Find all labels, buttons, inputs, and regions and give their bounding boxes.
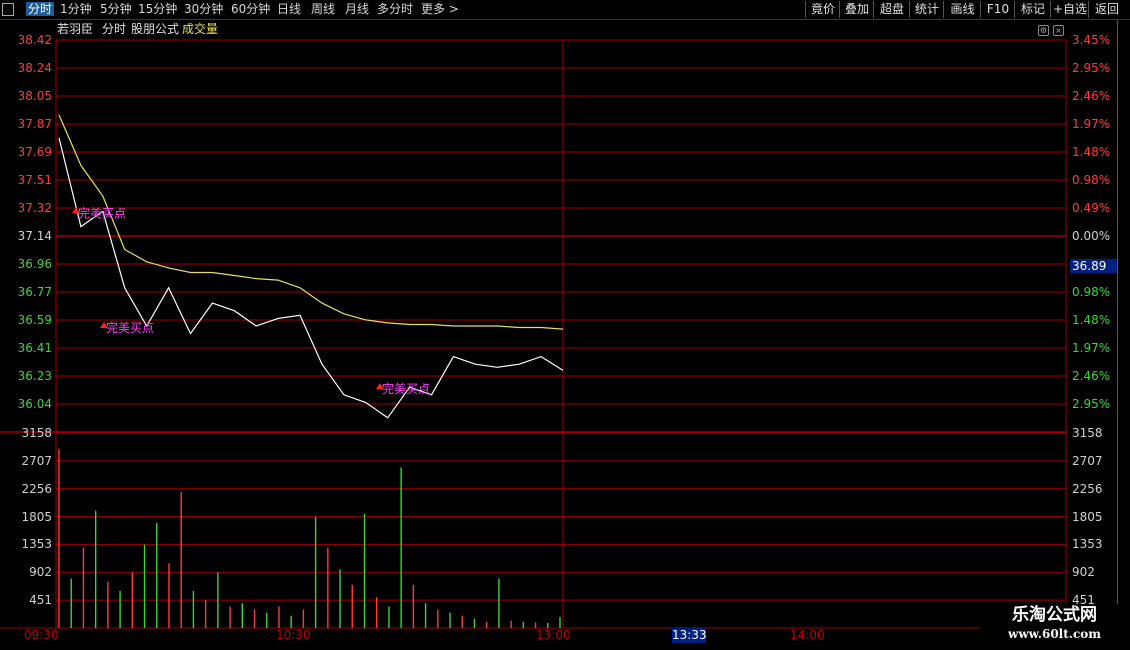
price-tick-left: 36.23: [17, 369, 52, 383]
volume-tick-right: 1353: [1072, 537, 1103, 552]
price-tick-left: 37.14: [17, 229, 52, 243]
volume-tick-right: 2707: [1072, 453, 1103, 468]
price-tick-left: 38.05: [17, 89, 52, 103]
price-tick-right: 0.98%: [1072, 285, 1111, 299]
price-tick-right: 1.48%: [1072, 145, 1111, 159]
price-tick-left: 37.69: [17, 145, 52, 159]
watermark: 乐淘公式网 www.60lt.com: [979, 604, 1130, 650]
price-tick-right: 2.46%: [1072, 369, 1111, 383]
signal-label: 完美买点: [382, 381, 430, 396]
watermark-title: 乐淘公式网: [1012, 605, 1097, 625]
price-tick-right: 3.45%: [1072, 33, 1111, 47]
price-tick-right: 0.00%: [1072, 229, 1111, 243]
volume-tick-left: 2256: [21, 481, 52, 496]
price-tick-left: 36.96: [17, 257, 52, 271]
price-tick-left: 38.42: [17, 33, 52, 47]
price-tick-right: 1.97%: [1072, 341, 1111, 355]
price-tick-right: 2.46%: [1072, 89, 1111, 103]
price-tick-left: 36.77: [17, 285, 52, 299]
watermark-url: www.60lt.com: [1008, 627, 1101, 641]
price-tick-left: 37.32: [17, 201, 52, 215]
time-tick: 09:30: [24, 628, 59, 642]
price-tick-left: 38.24: [17, 61, 52, 75]
volume-tick-left: 451: [29, 593, 52, 608]
intraday-chart[interactable]: 完美买点完美买点完美买点: [0, 0, 1130, 650]
volume-tick-left: 1353: [21, 537, 52, 552]
signal-label: 完美买点: [106, 320, 154, 335]
price-tick-left: 37.51: [17, 173, 52, 187]
volume-tick-left: 2707: [21, 453, 52, 468]
time-tick: 10:30: [276, 628, 311, 642]
price-tick-left: 37.87: [17, 117, 52, 131]
price-tick-right: 1.48%: [1072, 313, 1111, 327]
side-panel-strip[interactable]: [1117, 20, 1130, 650]
volume-tick-right: 1805: [1072, 509, 1103, 524]
time-tick: 13:00: [536, 628, 571, 642]
price-tick-left: 36.04: [17, 397, 52, 411]
volume-tick-left: 902: [29, 565, 52, 580]
price-tick-right: 1.97%: [1072, 117, 1111, 131]
price-tick-right: 0.49%: [1072, 201, 1111, 215]
cursor-time-label: 13:33: [672, 628, 707, 643]
time-tick: 14:00: [790, 628, 825, 642]
volume-tick-left: 1805: [21, 509, 52, 524]
volume-tick-left: 3158: [21, 426, 52, 440]
price-tick-right: 0.98%: [1072, 173, 1111, 187]
signal-label: 完美买点: [78, 205, 126, 220]
average-price-line: [58, 114, 564, 330]
price-tick-left: 36.59: [17, 313, 52, 327]
price-tick-right: 2.95%: [1072, 397, 1111, 411]
volume-tick-right: 3158: [1072, 426, 1103, 440]
cursor-price-label: 36.89: [1070, 259, 1118, 273]
price-tick-left: 36.41: [17, 341, 52, 355]
price-tick-right: 2.95%: [1072, 61, 1111, 75]
volume-tick-right: 902: [1072, 565, 1095, 580]
volume-tick-right: 2256: [1072, 481, 1103, 496]
